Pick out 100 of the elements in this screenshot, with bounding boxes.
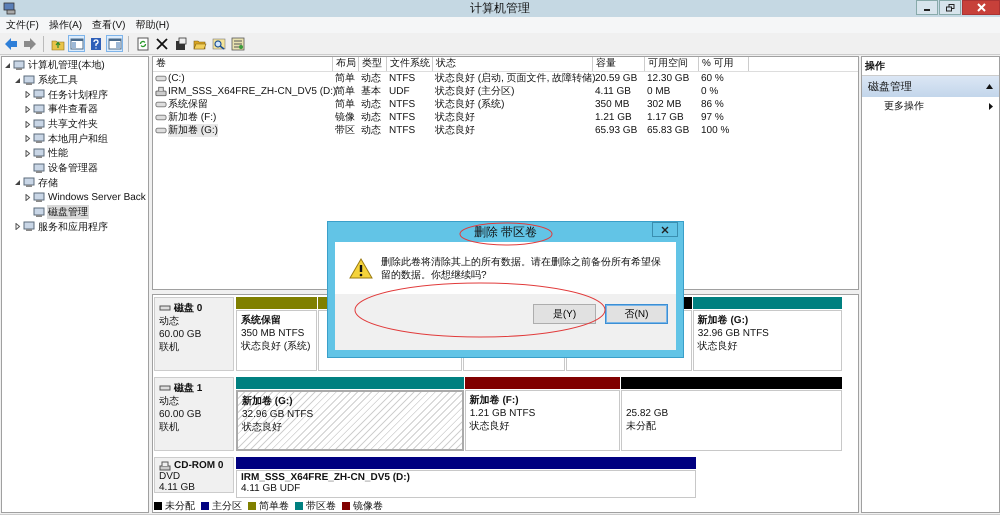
drive-icon [155,73,167,84]
column-header[interactable]: 布局 [333,57,359,71]
table-cell: 动态 [361,72,381,85]
action-link[interactable]: 更多操作 [884,99,924,113]
close-button[interactable] [652,222,678,237]
partition-info: 状态良好 (系统) [241,340,312,353]
close-button[interactable] [962,0,1000,15]
settings-icon[interactable] [229,35,246,52]
disc-drive-icon [155,86,167,97]
expand-arrow-icon[interactable] [24,91,31,98]
submenu-caret-icon [989,102,993,110]
pane-toggle-icon[interactable] [68,35,85,52]
table-cell: 12.30 GB [647,72,690,85]
column-header[interactable]: % 可用 [699,57,749,71]
table-cell: 350 MB [595,98,630,111]
partition-info: 状态良好 [698,340,739,353]
expand-arrow-icon[interactable] [24,194,31,202]
menu-item[interactable]: 帮助(H) [135,18,170,32]
tree-item[interactable]: 共享文件夹 [47,117,99,132]
dialog-title: 删除 带区卷 [474,224,538,240]
disk-name: 磁盘 0 [174,302,202,315]
column-header[interactable]: 卷 [153,57,333,71]
table-cell: 状态良好 (系统) [435,98,504,111]
menu-item[interactable]: 查看(V) [92,18,126,32]
partition-info: 1.21 GB NTFS [470,407,536,420]
minimize-button[interactable] [916,0,938,15]
expand-arrow-icon[interactable] [14,223,21,230]
menu-item[interactable]: 文件(F) [6,18,39,32]
partition-block[interactable]: 新加卷 (G:) 32.96 GB NTFS 状态良好 [236,390,464,451]
partition-block[interactable]: 新加卷 (F:) 1.21 GB NTFS 状态良好 [464,390,620,451]
tree-item[interactable]: 服务和应用程序 [37,220,109,234]
app-icon [3,2,17,15]
table-cell: 60 % [701,72,724,85]
tree-item[interactable]: 存储 [37,176,59,190]
partition-block[interactable]: 新加卷 (G:) 32.96 GB NTFS 状态良好 [692,310,842,371]
restore-button[interactable] [939,0,961,15]
column-header[interactable]: 文件系统 [387,57,433,71]
tree-item[interactable]: 事件查看器 [47,102,99,116]
table-cell: 镜像 [335,111,355,124]
forward-arrow-icon[interactable] [21,35,38,52]
disk-info: 动态 [159,396,180,408]
tree-item[interactable]: 性能 [47,146,69,160]
partition-title: 新加卷 (F:) [470,394,520,407]
disc-drive-icon [159,460,171,470]
restore-icon [946,4,954,12]
collapse-arrow-icon[interactable] [4,62,11,69]
node-icon [23,74,35,86]
column-header[interactable]: 状态 [433,57,593,71]
drive-icon [155,112,167,123]
tree-item[interactable]: 计算机管理(本地) [27,58,106,72]
partition-info: 32.96 GB NTFS [242,408,314,421]
dialog-message: 删除此卷将清除其上的所有数据。请在删除之前备份所有希望保留的数据。你想继续吗? [381,256,662,282]
tree-item[interactable]: 磁盘管理 [47,205,89,220]
node-icon [33,118,45,130]
expand-arrow-icon[interactable] [24,135,31,142]
legend-label: 简单卷 [259,500,289,512]
expand-arrow-icon[interactable] [24,150,31,157]
tree-item[interactable]: 设备管理器 [47,161,99,176]
partition-block[interactable]: 25.82 GB 未分配 [620,390,842,451]
table-cell: 新加卷 (G:) [168,124,218,137]
partition-title: IRM_SSS_X64FRE_ZH-CN_DV5 (D:) [241,472,411,483]
column-header[interactable]: 类型 [359,57,387,71]
table-cell: 4.11 GB [595,85,631,98]
legend-label: 带区卷 [306,500,336,512]
partition-block[interactable]: 系统保留 350 MB NTFS 状态良好 (系统) [236,310,318,371]
table-cell: 状态良好 [435,124,475,137]
legend-label: 主分区 [212,500,242,512]
table-cell: 动态 [361,111,381,124]
tree-item[interactable]: 任务计划程序 [47,88,109,102]
collapse-arrow-icon[interactable] [14,179,21,186]
table-cell: 302 MB [647,98,682,111]
tree-item[interactable]: 系统工具 [37,73,79,88]
expand-arrow-icon[interactable] [24,106,31,113]
disk-info: 动态 [159,316,180,328]
table-cell: 86 % [701,98,724,111]
expand-arrow-icon[interactable] [24,120,31,128]
collapse-arrow-icon[interactable] [14,76,21,84]
partition-title: 新加卷 (G:) [242,395,294,408]
table-cell: (C:) [168,72,185,85]
table-cell: NTFS [389,111,416,124]
tree-item[interactable]: 本地用户和组 [47,132,109,146]
menu-item[interactable]: 操作(A) [48,18,82,32]
disk-info: 4.11 GB [159,482,196,493]
table-cell: 65.93 GB [595,124,638,137]
actions-section[interactable]: 磁盘管理 [862,76,999,97]
pane-toggle-icon[interactable] [106,35,123,52]
tree-item[interactable]: Windows Server Back [47,192,147,204]
table-cell: 0 % [701,85,718,98]
table-cell: UDF [389,85,410,98]
partition-block[interactable]: IRM_SSS_X64FRE_ZH-CN_DV5 (D:) 4.11 GB UDF [236,470,696,498]
node-icon [23,221,35,232]
table-cell: 系统保留 [168,98,208,111]
disk-name: 磁盘 1 [174,382,202,395]
collapse-caret-icon[interactable] [986,84,993,89]
column-header[interactable]: 容量 [593,57,645,71]
dialog-button[interactable]: 否(N) [605,304,668,324]
column-header[interactable]: 可用空间 [645,57,699,71]
disk-info: 联机 [159,342,180,354]
dialog-button[interactable]: 是(Y) [533,304,596,324]
node-icon [33,133,45,144]
